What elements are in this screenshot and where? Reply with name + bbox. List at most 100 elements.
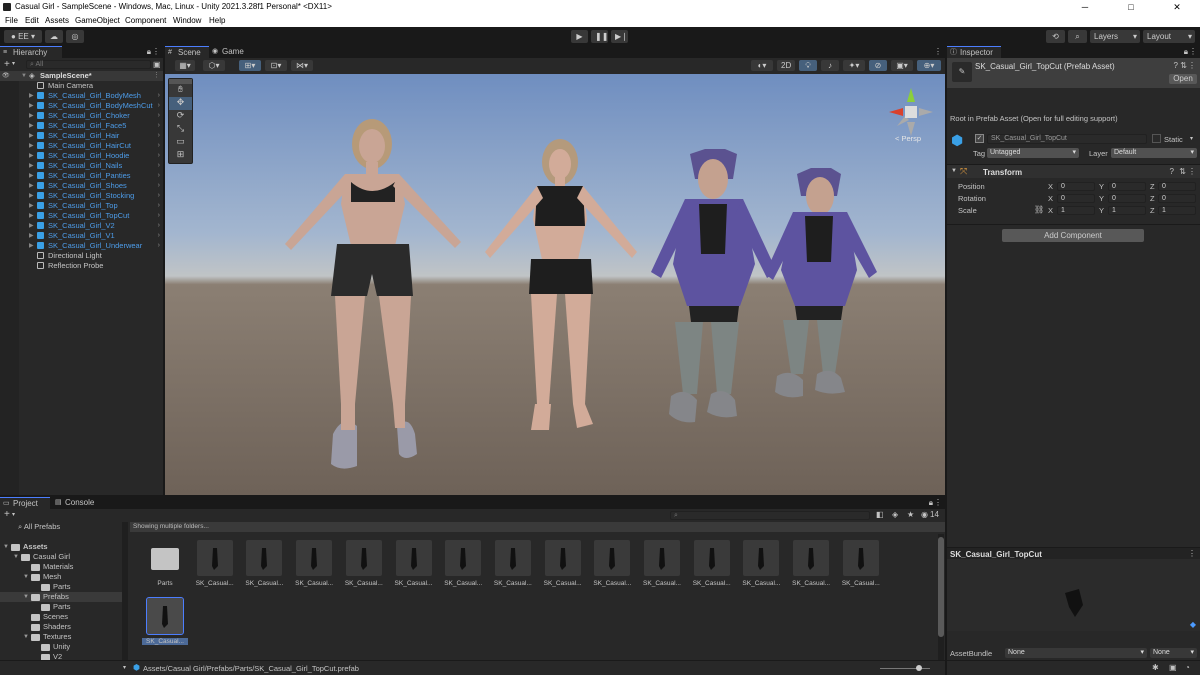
hand-tool-icon[interactable]: ✋︎ <box>169 84 192 97</box>
rotation-z-field[interactable]: 0 <box>1158 194 1196 203</box>
orientation-gizmo[interactable] <box>883 82 939 138</box>
search-icon[interactable]: ⌕ <box>1068 30 1087 43</box>
prefab-asset[interactable]: SK_Casual... <box>391 540 437 594</box>
scene-row[interactable]: 👁︎ ▼ ◈ SampleScene* ⋮ <box>0 71 163 81</box>
folder-asset[interactable]: Parts <box>142 540 188 594</box>
draw-mode-icon[interactable]: ▦▾ <box>175 60 195 71</box>
prefab-asset[interactable]: SK_Casual... <box>639 540 685 594</box>
transform-tool-icon[interactable]: ⊞ <box>169 149 192 162</box>
gizmos-icon[interactable]: ⊕▾ <box>917 60 941 71</box>
cache-icon[interactable]: ▣ <box>1169 663 1177 672</box>
open-prefab-icon[interactable]: › <box>158 241 160 251</box>
tab-hierarchy[interactable]: ≡ Hierarchy <box>0 46 62 58</box>
expand-arrow-icon[interactable]: ▶ <box>29 171 34 181</box>
hierarchy-item[interactable]: ▶ SK_Casual_Girl_Nails › <box>0 161 163 171</box>
close-button[interactable]: ✕ <box>1154 0 1200 14</box>
expand-arrow-icon[interactable]: ▶ <box>29 101 34 111</box>
add-dropdown-icon[interactable]: ▾ <box>12 60 15 67</box>
cloud-icon[interactable]: ☁ <box>45 30 63 43</box>
layers-dropdown[interactable]: Layers ▾ <box>1090 30 1140 43</box>
prefab-asset[interactable]: SK_Casual... <box>341 540 387 594</box>
project-add-dropdown-icon[interactable]: ▾ <box>12 511 15 518</box>
all-prefabs-row[interactable]: ⌕ All Prefabs <box>18 522 60 532</box>
snap-increment-icon[interactable]: ⊡▾ <box>265 60 287 71</box>
rotation-y-field[interactable]: 0 <box>1108 194 1146 203</box>
preview-settings-icon[interactable]: ◆ <box>1190 620 1196 629</box>
menu-window[interactable]: Window <box>173 16 201 25</box>
hierarchy-item[interactable]: Main Camera <box>0 81 163 91</box>
preview-area[interactable]: ◆ <box>947 559 1200 631</box>
minimize-button[interactable]: ─ <box>1062 0 1108 14</box>
scale-x-field[interactable]: 1 <box>1057 206 1095 215</box>
folder-tree-item[interactable]: ▼ Casual Girl <box>0 552 122 562</box>
menu-file[interactable]: File <box>5 16 18 25</box>
name-field[interactable]: SK_Casual_Girl_TopCut <box>987 134 1147 144</box>
progress-icon[interactable]: ◔ <box>1185 663 1190 672</box>
rotate-tool-icon[interactable]: ⟳ <box>169 110 192 123</box>
hierarchy-item[interactable]: ▶ SK_Casual_Girl_Panties › <box>0 171 163 181</box>
inspector-menu-icon[interactable]: ⋮ <box>1189 47 1197 56</box>
hierarchy-item[interactable]: ▶ SK_Casual_Girl_Stocking › <box>0 191 163 201</box>
prefab-asset[interactable]: SK_Casual... <box>838 540 884 594</box>
path-collapse-icon[interactable]: ▾ <box>123 664 126 671</box>
move-tool-icon[interactable]: ✥ <box>169 97 192 110</box>
transform-menu-icon[interactable]: ⋮ <box>1188 167 1196 176</box>
bug-icon[interactable]: ✱ <box>1152 663 1159 672</box>
mode-2d-button[interactable]: 2D <box>777 60 795 71</box>
expand-arrow-icon[interactable]: ▶ <box>29 201 34 211</box>
menu-gameobject[interactable]: GameObject <box>75 16 120 25</box>
hierarchy-item[interactable]: ▶ SK_Casual_Girl_Hair › <box>0 131 163 141</box>
expand-arrow-icon[interactable]: ▶ <box>29 91 34 101</box>
scale-y-field[interactable]: 1 <box>1108 206 1146 215</box>
gizmo-cube-icon[interactable]: ⬡▾ <box>203 60 225 71</box>
static-dropdown-icon[interactable]: ▾ <box>1190 135 1193 142</box>
rect-tool-icon[interactable]: ▭ <box>169 136 192 149</box>
hierarchy-item[interactable]: ▶ SK_Casual_Girl_V1 › <box>0 231 163 241</box>
open-prefab-icon[interactable]: › <box>158 151 160 161</box>
open-prefab-icon[interactable]: › <box>158 131 160 141</box>
hierarchy-item[interactable]: ▶ SK_Casual_Girl_Choker › <box>0 111 163 121</box>
shading-mode-icon[interactable]: ◐▾ <box>751 60 773 71</box>
folder-tree-item[interactable]: Materials <box>0 562 122 572</box>
camera-settings-icon[interactable]: ▣▾ <box>891 60 913 71</box>
open-prefab-icon[interactable]: › <box>158 91 160 101</box>
folder-expand-icon[interactable]: ▼ <box>23 632 29 642</box>
folder-expand-icon[interactable]: ▼ <box>3 542 9 552</box>
persp-label[interactable]: < Persp <box>895 134 921 143</box>
folder-expand-icon[interactable]: ▼ <box>13 552 19 562</box>
hierarchy-item[interactable]: ▶ SK_Casual_Girl_TopCut › <box>0 211 163 221</box>
static-checkbox[interactable] <box>1152 134 1161 143</box>
tag-dropdown[interactable]: Untagged ▾ <box>987 148 1079 158</box>
tab-game[interactable]: ◉ Game <box>209 46 253 58</box>
prefab-asset[interactable]: SK_Casual... <box>689 540 735 594</box>
expand-arrow-icon[interactable]: ▶ <box>29 151 34 161</box>
prefab-asset[interactable]: SK_Casual... <box>142 597 188 652</box>
step-button[interactable]: ▶❘ <box>611 30 628 43</box>
open-prefab-icon[interactable]: › <box>158 161 160 171</box>
prefab-asset[interactable]: SK_Casual... <box>788 540 834 594</box>
transform-preset-icon[interactable]: ⇅ <box>1179 167 1186 176</box>
lock-icon[interactable]: 🔒︎ <box>147 47 151 57</box>
hierarchy-item[interactable]: ▶ SK_Casual_Girl_Top › <box>0 201 163 211</box>
preset-icon[interactable]: ⇅ <box>1180 61 1187 70</box>
audio-toggle-icon[interactable]: ♪ <box>821 60 839 71</box>
expand-arrow-icon[interactable]: ▶ <box>29 231 34 241</box>
hierarchy-item[interactable]: ▶ SK_Casual_Girl_Underwear › <box>0 241 163 251</box>
constrain-proportions-icon[interactable]: ⛓︎ <box>1034 205 1044 214</box>
scene-viewport[interactable]: ✋︎ ✥ ⟳ ⤡ ▭ ⊞ < Persp <box>165 74 945 495</box>
folder-tree-item[interactable]: Unity <box>0 642 122 652</box>
open-button[interactable]: Open <box>1169 74 1197 84</box>
folder-tree-item[interactable]: Scenes <box>0 612 122 622</box>
open-prefab-icon[interactable]: › <box>158 101 160 111</box>
tab-console[interactable]: ▤ Console <box>52 497 102 509</box>
prefab-asset[interactable]: SK_Casual... <box>241 540 287 594</box>
transform-help-icon[interactable]: ? <box>1170 167 1174 176</box>
preview-header[interactable]: SK_Casual_Girl_TopCut ⋮ <box>947 547 1200 559</box>
menu-help[interactable]: Help <box>209 16 225 25</box>
help-icon[interactable]: ? <box>1174 61 1178 70</box>
hierarchy-item[interactable]: ▶ SK_Casual_Girl_HairCut › <box>0 141 163 151</box>
transform-expand-icon[interactable]: ▼ <box>951 168 957 174</box>
expand-arrow-icon[interactable]: ▶ <box>29 241 34 251</box>
lighting-toggle-icon[interactable]: 💡︎ <box>799 60 817 71</box>
scene-menu-icon[interactable]: ⋮ <box>153 71 160 81</box>
